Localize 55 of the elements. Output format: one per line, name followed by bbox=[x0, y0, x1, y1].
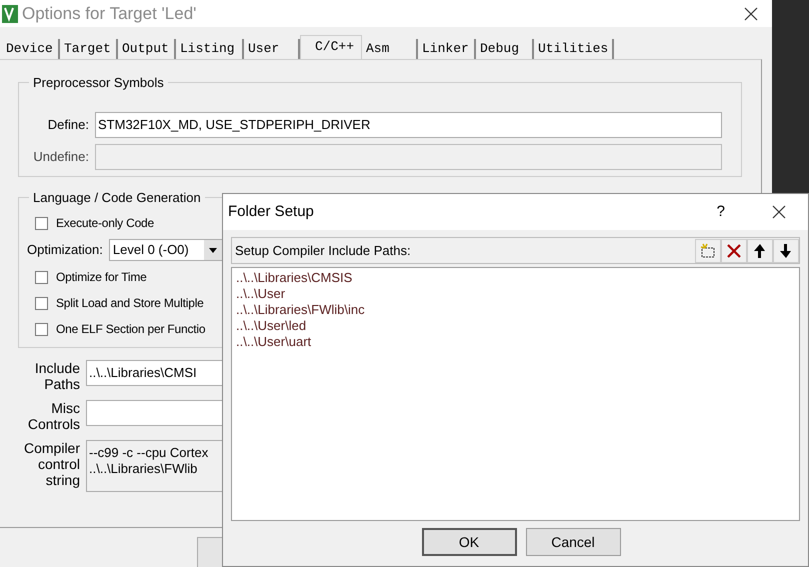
checkbox[interactable] bbox=[35, 270, 48, 284]
delete-button[interactable] bbox=[721, 238, 747, 262]
field-label: Include bbox=[34, 360, 80, 376]
field-label: control bbox=[38, 456, 80, 472]
close-icon[interactable] bbox=[772, 205, 786, 219]
tab[interactable]: C/C++ bbox=[300, 35, 362, 59]
path-item[interactable]: ..\..\Libraries\CMSIS bbox=[236, 270, 799, 286]
field-label: Define: bbox=[46, 116, 90, 134]
field-value: --c99 -c --cpu Cortex bbox=[89, 445, 210, 461]
field-label: Controls bbox=[28, 416, 80, 432]
checkbox[interactable] bbox=[35, 296, 48, 310]
field-value: ..\..\Libraries\CMSI bbox=[89, 365, 198, 381]
delete-icon bbox=[726, 242, 742, 258]
path-item[interactable]: ..\..\User\uart bbox=[236, 334, 799, 350]
tab[interactable]: Utilities bbox=[534, 39, 614, 59]
dialog-title: Folder Setup bbox=[228, 202, 314, 222]
tab[interactable]: Target bbox=[60, 39, 118, 59]
field-label: Misc bbox=[51, 400, 80, 416]
checkbox[interactable] bbox=[35, 322, 48, 336]
dropdown-arrow-icon bbox=[208, 248, 217, 252]
window-title: Options for Target 'Led' bbox=[22, 2, 196, 25]
field-label: Optimization: bbox=[27, 241, 103, 260]
field-value: ..\..\Libraries\FWlib bbox=[89, 461, 198, 477]
help-button[interactable]: ? bbox=[716, 200, 725, 224]
tab[interactable]: Asm bbox=[362, 39, 418, 59]
down-arrow-icon bbox=[779, 242, 793, 258]
tab[interactable]: Listing bbox=[176, 39, 244, 59]
path-item[interactable]: ..\..\User\led bbox=[236, 318, 799, 334]
define-field[interactable]: STM32F10X_MD, USE_STDPERIPH_DRIVER bbox=[95, 112, 722, 138]
tab[interactable]: Output bbox=[118, 39, 176, 59]
checkbox[interactable] bbox=[35, 216, 48, 230]
header-label: Setup Compiler Include Paths: bbox=[235, 242, 411, 260]
checkbox-label: One ELF Section per Functio bbox=[56, 321, 206, 338]
field-label: Compiler bbox=[24, 440, 80, 456]
tab[interactable]: Linker bbox=[418, 39, 476, 59]
up-arrow-icon bbox=[753, 242, 767, 258]
dialog-button[interactable]: OK bbox=[422, 528, 516, 556]
tab[interactable]: Debug bbox=[476, 39, 534, 59]
tab[interactable]: Device bbox=[2, 39, 60, 59]
new-folder-button[interactable] bbox=[695, 238, 721, 262]
checkbox-label: Execute-only Code bbox=[56, 215, 154, 232]
optimization-dropdown[interactable]: Level 0 (-O0) bbox=[108, 239, 223, 261]
move-down-button[interactable] bbox=[773, 238, 799, 262]
field-label: Paths bbox=[44, 376, 80, 392]
move-up-button[interactable] bbox=[747, 238, 773, 262]
path-item[interactable]: ..\..\Libraries\FWlib\inc bbox=[236, 302, 799, 318]
checkbox-label: Split Load and Store Multiple bbox=[56, 295, 204, 312]
path-item[interactable]: ..\..\User bbox=[236, 286, 799, 302]
undefine-field[interactable] bbox=[95, 144, 722, 170]
field-label: Undefine: bbox=[32, 148, 90, 166]
checkbox-label: Optimize for Time bbox=[56, 269, 147, 286]
field-label: string bbox=[46, 472, 80, 488]
close-icon[interactable] bbox=[744, 6, 758, 20]
new-folder-icon bbox=[699, 242, 717, 258]
dialog-button[interactable]: Cancel bbox=[526, 528, 620, 556]
